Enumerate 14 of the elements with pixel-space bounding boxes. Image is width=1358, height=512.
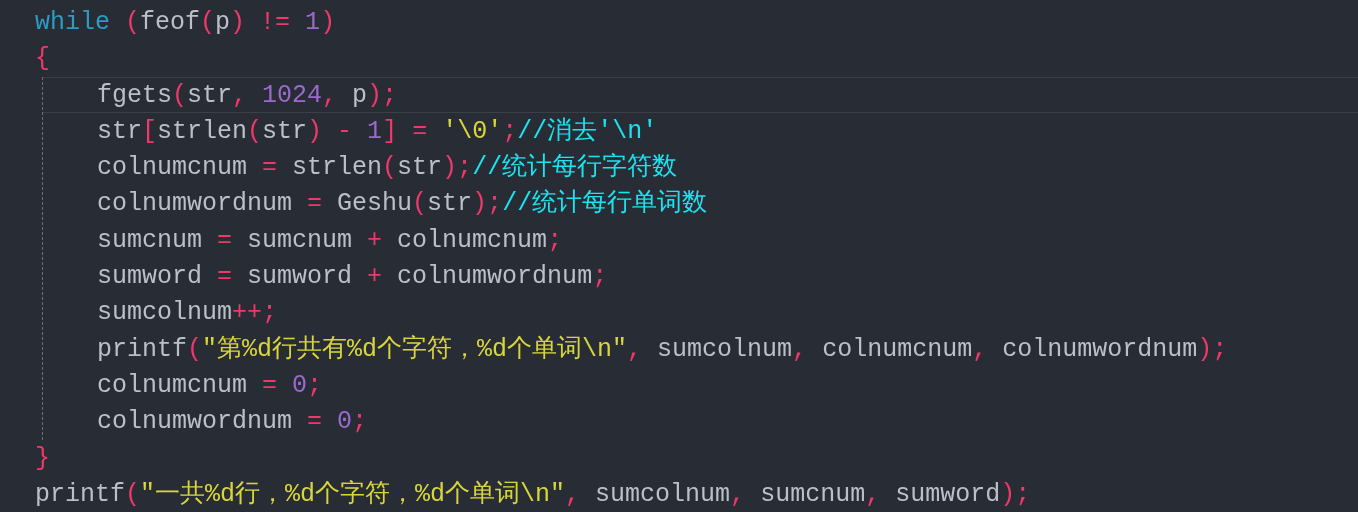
code-line: sumcnum = sumcnum + colnumcnum; [96,224,564,257]
code-line: sumcolnum++; [96,297,279,330]
current-code-line: fgets(str, 1024, p); [43,76,1358,113]
code-line: } [34,442,51,475]
code-line: printf("第%d行共有%d个字符，%d个单词\n", sumcolnum, colnumcnum, colnumwordnum); [96,333,1229,366]
code-line: printf("一共%d行，%d个字符，%d个单词\n", sumcolnum, sumcnum, sumword); [34,478,1032,511]
code-line: sumword = sumword + colnumwordnum; [96,261,609,294]
code-line: { [34,43,51,76]
code-line: colnumwordnum = 0; [96,406,369,439]
code-line: while (feof(p) != 1) [34,7,337,39]
code-line: str[strlen(str) - 1] = '\0';//消去'\n' [96,115,659,148]
code-line: colnumcnum = strlen(str);//统计每行字符数 [96,152,679,185]
code-line: colnumcnum = 0; [96,369,324,402]
code-line: colnumwordnum = Geshu(str);//统计每行单词数 [96,188,709,221]
